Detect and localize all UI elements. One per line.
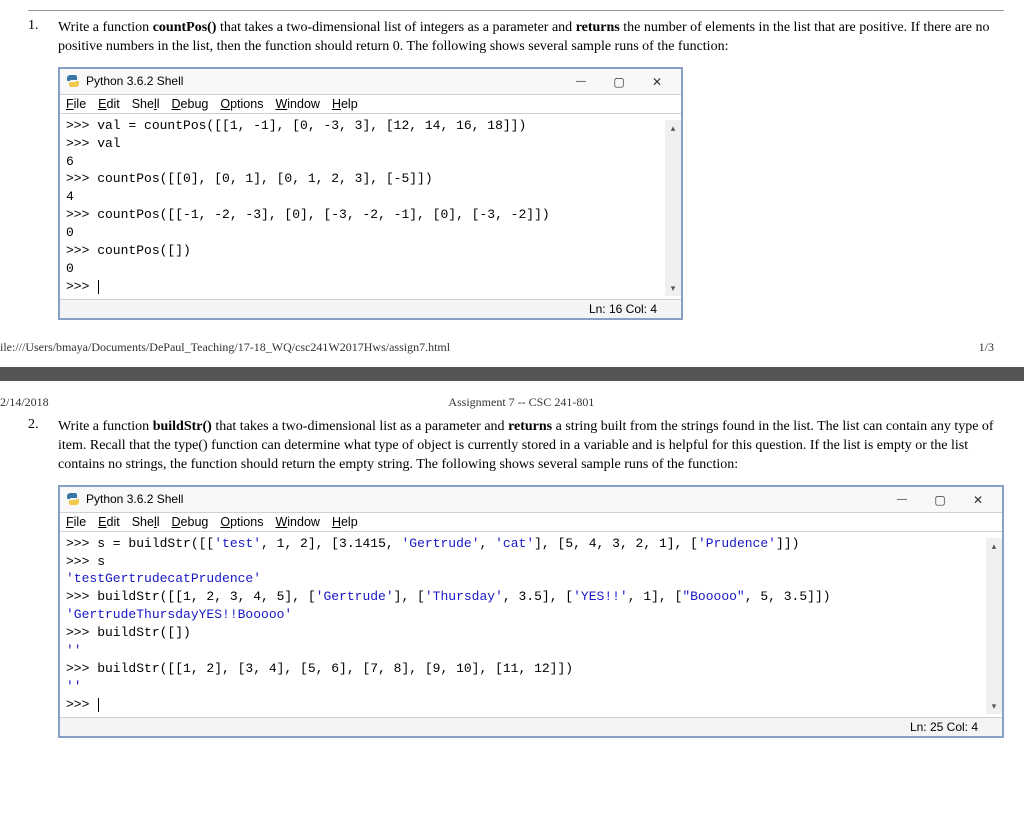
- menu-options[interactable]: Options: [220, 97, 263, 111]
- scroll-down-icon[interactable]: ▾: [986, 698, 1002, 714]
- scroll-up-icon[interactable]: ▴: [665, 120, 681, 136]
- q2-text-b: that takes a two-dimensional list as a p…: [212, 419, 508, 434]
- q2-text-a: Write a function: [58, 419, 153, 434]
- menu-help[interactable]: Help: [332, 515, 358, 529]
- page-footer: ile:///Users/bmaya/Documents/DePaul_Teac…: [0, 320, 1024, 363]
- shell-titlebar-2[interactable]: Python 3.6.2 Shell: [60, 487, 1002, 513]
- shell-menubar: File Edit Shell Debug Options Window Hel…: [60, 95, 681, 114]
- menu-shell[interactable]: Shell: [132, 97, 160, 111]
- top-divider: [28, 10, 1004, 11]
- scroll-up-icon[interactable]: ▴: [986, 538, 1002, 554]
- q1-text-a: Write a function: [58, 20, 153, 35]
- close-icon[interactable]: [960, 489, 996, 509]
- minimize-icon[interactable]: [563, 71, 599, 91]
- q2-fn: buildStr(): [153, 419, 212, 434]
- shell-titlebar[interactable]: Python 3.6.2 Shell: [60, 69, 681, 95]
- question-2: 2. Write a function buildStr() that take…: [28, 416, 1004, 475]
- menu-window[interactable]: Window: [275, 515, 319, 529]
- minimize-icon[interactable]: [884, 489, 920, 509]
- maximize-icon[interactable]: [922, 489, 958, 509]
- menu-edit[interactable]: Edit: [98, 97, 120, 111]
- q1-body: Write a function countPos() that takes a…: [28, 19, 1004, 57]
- q1-text-b: that takes a two-dimensional list of int…: [216, 20, 575, 35]
- menu-shell[interactable]: Shell: [132, 515, 160, 529]
- menu-window[interactable]: Window: [275, 97, 319, 111]
- shell-body-1[interactable]: >>> val = countPos([[1, -1], [0, -3, 3],…: [60, 114, 681, 299]
- menu-debug[interactable]: Debug: [172, 515, 209, 529]
- scrollbar[interactable]: ▴ ▾: [665, 120, 681, 296]
- menu-file[interactable]: File: [66, 97, 86, 111]
- shell-menubar-2: File Edit Shell Debug Options Window Hel…: [60, 513, 1002, 532]
- python-shell-window-1: Python 3.6.2 Shell File Edit Shell Debug…: [58, 67, 683, 320]
- shell-title: Python 3.6.2 Shell: [86, 74, 183, 88]
- python-shell-window-2: Python 3.6.2 Shell File Edit Shell Debug…: [58, 485, 1004, 738]
- python-icon: [66, 74, 80, 88]
- header-date: 2/14/2018: [0, 395, 49, 410]
- footer-page-number: 1/3: [979, 340, 994, 355]
- menu-file[interactable]: File: [66, 515, 86, 529]
- page2-header: 2/14/2018 Assignment 7 -- CSC 241-801: [0, 385, 1024, 416]
- text-cursor: [98, 698, 99, 712]
- menu-edit[interactable]: Edit: [98, 515, 120, 529]
- shell-statusbar-2: Ln: 25 Col: 4: [60, 717, 1002, 736]
- menu-debug[interactable]: Debug: [172, 97, 209, 111]
- question-1: 1. Write a function countPos() that take…: [28, 17, 1004, 57]
- q1-number: 1.: [28, 18, 39, 33]
- menu-options[interactable]: Options: [220, 515, 263, 529]
- close-icon[interactable]: [639, 71, 675, 91]
- python-icon: [66, 492, 80, 506]
- q2-returns: returns: [508, 419, 552, 434]
- shell1-content: >>> val = countPos([[1, -1], [0, -3, 3],…: [66, 118, 550, 294]
- shell-title-2: Python 3.6.2 Shell: [86, 492, 183, 506]
- text-cursor: [98, 280, 99, 294]
- page-divider: [0, 363, 1024, 385]
- q1-fn: countPos(): [153, 20, 217, 35]
- header-assignment-title: Assignment 7 -- CSC 241-801: [49, 395, 994, 410]
- maximize-icon[interactable]: [601, 71, 637, 91]
- menu-help[interactable]: Help: [332, 97, 358, 111]
- footer-file-path: ile:///Users/bmaya/Documents/DePaul_Teac…: [0, 340, 979, 355]
- q1-returns: returns: [576, 20, 620, 35]
- scrollbar-2[interactable]: ▴ ▾: [986, 538, 1002, 714]
- shell-statusbar: Ln: 16 Col: 4: [60, 299, 681, 318]
- shell-body-2[interactable]: >>> s = buildStr([['test', 1, 2], [3.141…: [60, 532, 1002, 717]
- scroll-down-icon[interactable]: ▾: [665, 280, 681, 296]
- q2-number: 2.: [28, 417, 39, 432]
- q2-body: Write a function buildStr() that takes a…: [28, 418, 1004, 475]
